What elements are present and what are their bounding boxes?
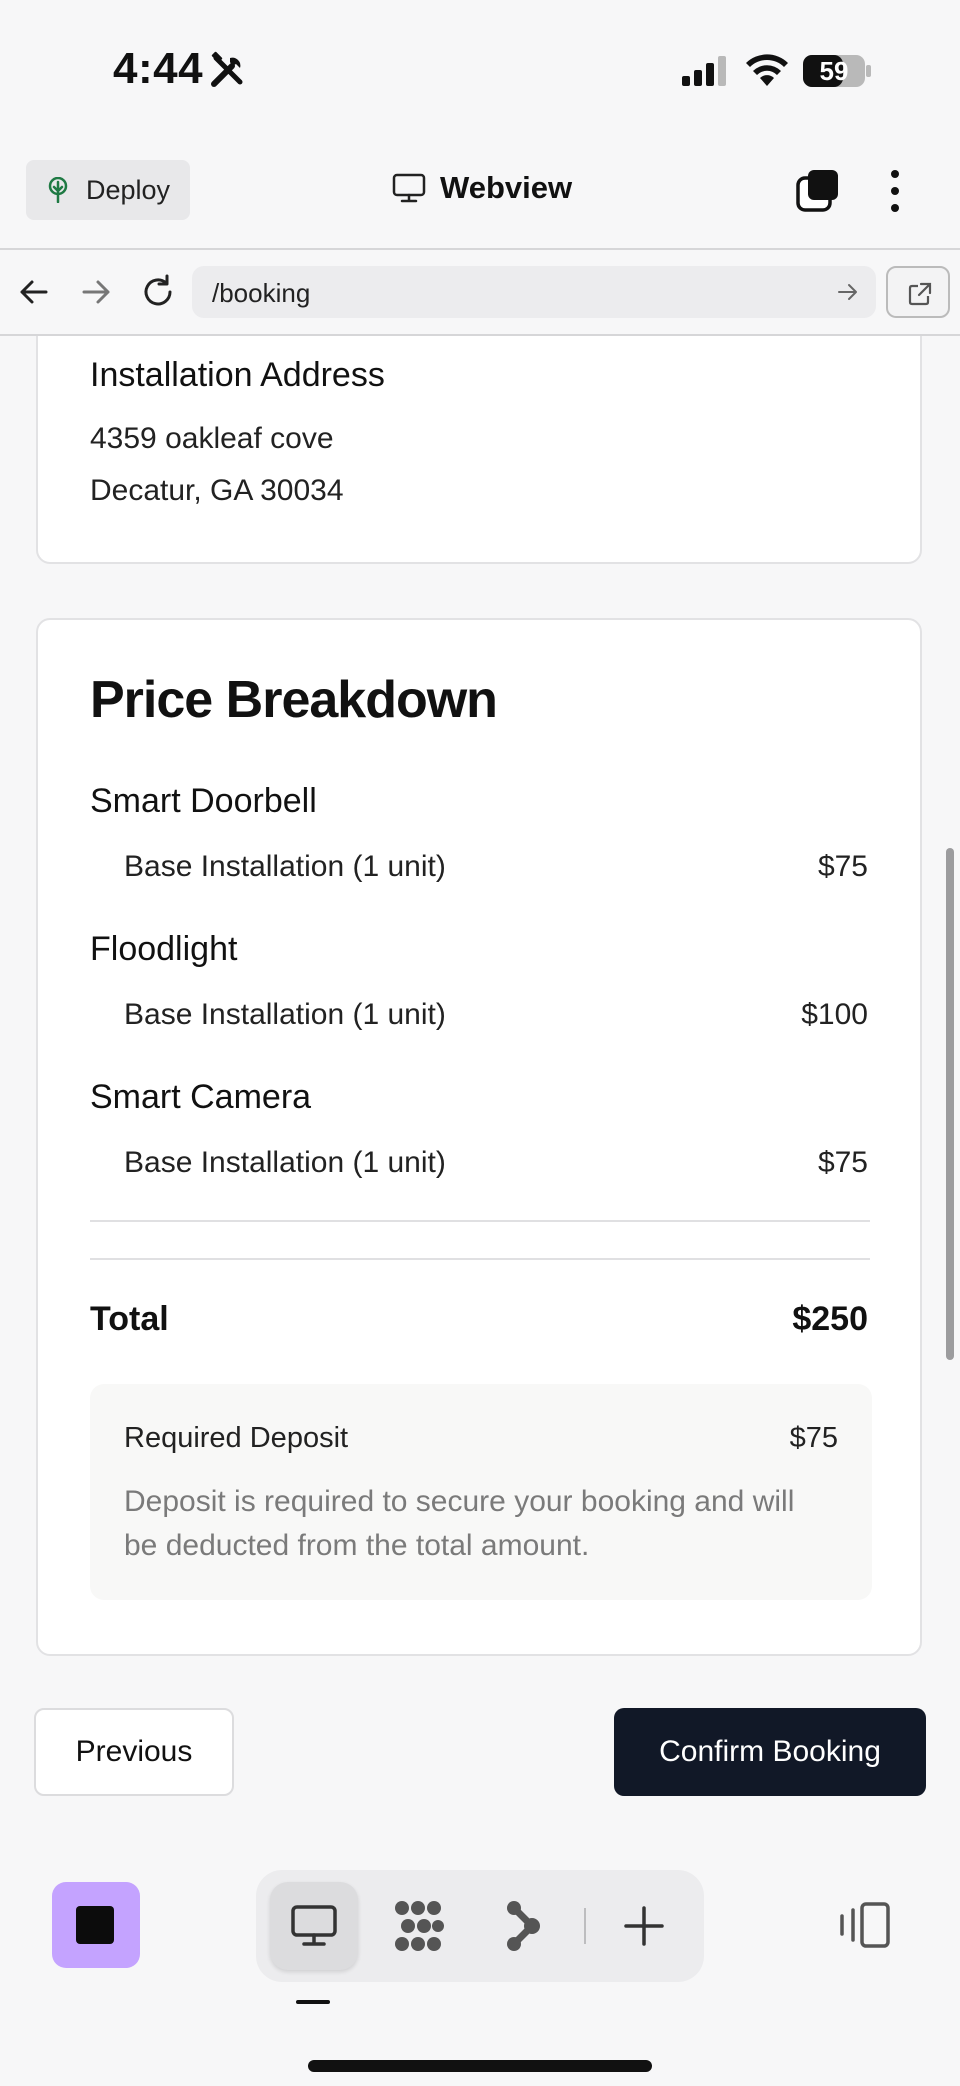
split-view-icon[interactable] — [836, 1900, 892, 1950]
back-arrow-icon[interactable] — [16, 274, 52, 310]
scrollbar[interactable] — [946, 848, 954, 1360]
page-title: Webview — [392, 170, 572, 206]
booking-content: Installation Address 4359 oakleaf cove D… — [0, 336, 960, 1836]
open-external-button[interactable] — [886, 266, 950, 318]
forward-arrow-icon[interactable] — [78, 274, 114, 310]
battery-level: 59 — [819, 56, 849, 86]
grid-dots-button[interactable] — [374, 1882, 462, 1970]
deploy-label: Deploy — [86, 174, 171, 205]
url-bar: /booking — [0, 250, 960, 336]
grid-dots-icon — [395, 1901, 444, 1951]
external-link-icon — [908, 282, 932, 306]
status-time: 4:44 — [113, 44, 204, 93]
deploy-tree-icon — [48, 177, 68, 203]
add-button[interactable] — [600, 1882, 688, 1970]
deploy-button[interactable]: Deploy — [26, 160, 190, 220]
item-name-smart-camera: Smart Camera — [90, 1078, 312, 1116]
home-indicator — [308, 2060, 652, 2072]
go-arrow-icon[interactable] — [836, 280, 860, 304]
confirm-booking-button[interactable]: Confirm Booking — [614, 1708, 926, 1796]
tabs-icon[interactable] — [794, 168, 840, 214]
address-line-2: Decatur, GA 30034 — [90, 474, 344, 507]
app-header: Deploy Webview — [0, 140, 960, 250]
toolbar-separator — [584, 1908, 586, 1944]
line-label: Base Installation (1 unit) — [124, 850, 446, 883]
line-label: Base Installation (1 unit) — [124, 1146, 446, 1179]
deposit-value: $75 — [789, 1422, 838, 1454]
signal-icon — [682, 56, 726, 86]
monitor-icon — [392, 173, 426, 203]
wifi-icon — [746, 54, 788, 86]
installation-address-card: Installation Address 4359 oakleaf cove D… — [36, 336, 922, 564]
price-breakdown-card: Price Breakdown Smart Doorbell Base Inst… — [36, 618, 922, 1656]
total-label: Total — [90, 1300, 169, 1338]
url-input[interactable]: /booking — [192, 266, 876, 318]
line-price: $75 — [817, 1146, 868, 1179]
line-label: Base Installation (1 unit) — [124, 998, 446, 1031]
status-bar: 4:44 59 — [0, 0, 960, 140]
divider — [90, 1258, 870, 1260]
tools-icon — [211, 51, 243, 87]
branch-icon — [507, 1901, 540, 1951]
line-price: $100 — [801, 998, 868, 1031]
url-text: /booking — [212, 278, 311, 308]
view-switcher — [256, 1870, 704, 1982]
total-value: $250 — [792, 1300, 868, 1338]
divider — [90, 1220, 870, 1222]
item-name-floodlight: Floodlight — [90, 930, 238, 968]
webview-title-text: Webview — [440, 170, 573, 205]
deposit-note: Deposit is required to secure your booki… — [124, 1485, 795, 1562]
line-price: $75 — [817, 850, 868, 883]
app-stop-button[interactable] — [52, 1882, 140, 1968]
desktop-icon — [291, 1905, 337, 1946]
reload-icon[interactable] — [138, 272, 178, 312]
previous-button[interactable]: Previous — [34, 1708, 234, 1796]
address-line-1: 4359 oakleaf cove — [90, 422, 334, 455]
branch-button[interactable] — [478, 1882, 566, 1970]
price-breakdown-title: Price Breakdown — [90, 671, 498, 729]
address-title: Installation Address — [90, 356, 385, 394]
deposit-label: Required Deposit — [124, 1422, 349, 1454]
app-stop-icon — [76, 1906, 114, 1944]
item-name-smart-doorbell: Smart Doorbell — [90, 782, 317, 820]
bottom-toolbar — [0, 1836, 960, 2086]
deposit-box: Required Deposit $75 Deposit is required… — [90, 1384, 872, 1600]
more-vertical-icon[interactable] — [880, 168, 910, 214]
active-view-indicator — [296, 2000, 330, 2004]
plus-icon — [624, 1906, 664, 1946]
desktop-view-button[interactable] — [270, 1882, 358, 1970]
